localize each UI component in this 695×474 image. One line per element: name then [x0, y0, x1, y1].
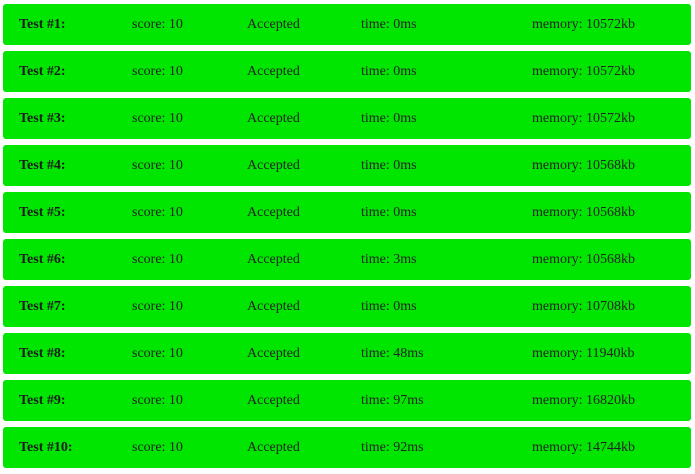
test-name: Test #8: — [19, 346, 66, 361]
test-row[interactable]: Test #2: score: 10 Accepted time: 0ms me… — [3, 51, 691, 92]
test-memory: memory: 10572kb — [532, 64, 636, 79]
test-name: Test #4: — [19, 158, 66, 173]
test-status: Accepted — [247, 393, 300, 408]
test-score: score: 10 — [132, 393, 183, 408]
test-row[interactable]: Test #5: score: 10 Accepted time: 0ms me… — [3, 192, 691, 233]
test-memory: memory: 10568kb — [532, 205, 636, 220]
test-time: time: 48ms — [361, 346, 424, 361]
test-row[interactable]: Test #8: score: 10 Accepted time: 48ms m… — [3, 333, 691, 374]
test-time: time: 0ms — [361, 205, 417, 220]
test-time: time: 0ms — [361, 17, 417, 32]
test-row[interactable]: Test #3: score: 10 Accepted time: 0ms me… — [3, 98, 691, 139]
test-time: time: 0ms — [361, 64, 417, 79]
test-name: Test #1: — [19, 17, 66, 32]
test-memory: memory: 10568kb — [532, 158, 636, 173]
test-score: score: 10 — [132, 440, 183, 455]
test-score: score: 10 — [132, 252, 183, 267]
test-time: time: 0ms — [361, 299, 417, 314]
test-row[interactable]: Test #10: score: 10 Accepted time: 92ms … — [3, 427, 691, 468]
test-row[interactable]: Test #4: score: 10 Accepted time: 0ms me… — [3, 145, 691, 186]
test-row[interactable]: Test #1: score: 10 Accepted time: 0ms me… — [3, 4, 691, 45]
test-status: Accepted — [247, 299, 300, 314]
test-status: Accepted — [247, 252, 300, 267]
test-status: Accepted — [247, 346, 300, 361]
test-score: score: 10 — [132, 64, 183, 79]
test-time: time: 97ms — [361, 393, 424, 408]
test-results-list: Test #1: score: 10 Accepted time: 0ms me… — [3, 4, 691, 474]
test-score: score: 10 — [132, 17, 183, 32]
test-row[interactable]: Test #7: score: 10 Accepted time: 0ms me… — [3, 286, 691, 327]
test-name: Test #3: — [19, 111, 66, 126]
test-memory: memory: 11940kb — [532, 346, 635, 361]
test-memory: memory: 10568kb — [532, 252, 636, 267]
test-memory: memory: 10572kb — [532, 111, 636, 126]
test-status: Accepted — [247, 64, 300, 79]
test-memory: memory: 14744kb — [532, 440, 636, 455]
test-name: Test #2: — [19, 64, 66, 79]
test-memory: memory: 10572kb — [532, 17, 636, 32]
test-score: score: 10 — [132, 346, 183, 361]
test-name: Test #6: — [19, 252, 66, 267]
test-score: score: 10 — [132, 111, 183, 126]
test-name: Test #5: — [19, 205, 66, 220]
test-name: Test #7: — [19, 299, 66, 314]
test-time: time: 3ms — [361, 252, 417, 267]
test-status: Accepted — [247, 158, 300, 173]
test-row[interactable]: Test #6: score: 10 Accepted time: 3ms me… — [3, 239, 691, 280]
test-score: score: 10 — [132, 205, 183, 220]
test-status: Accepted — [247, 440, 300, 455]
test-status: Accepted — [247, 17, 300, 32]
test-name: Test #9: — [19, 393, 66, 408]
test-time: time: 0ms — [361, 158, 417, 173]
test-status: Accepted — [247, 111, 300, 126]
test-memory: memory: 10708kb — [532, 299, 636, 314]
test-score: score: 10 — [132, 299, 183, 314]
test-score: score: 10 — [132, 158, 183, 173]
test-row[interactable]: Test #9: score: 10 Accepted time: 97ms m… — [3, 380, 691, 421]
test-time: time: 92ms — [361, 440, 424, 455]
test-time: time: 0ms — [361, 111, 417, 126]
test-status: Accepted — [247, 205, 300, 220]
test-name: Test #10: — [19, 440, 73, 455]
test-memory: memory: 16820kb — [532, 393, 636, 408]
